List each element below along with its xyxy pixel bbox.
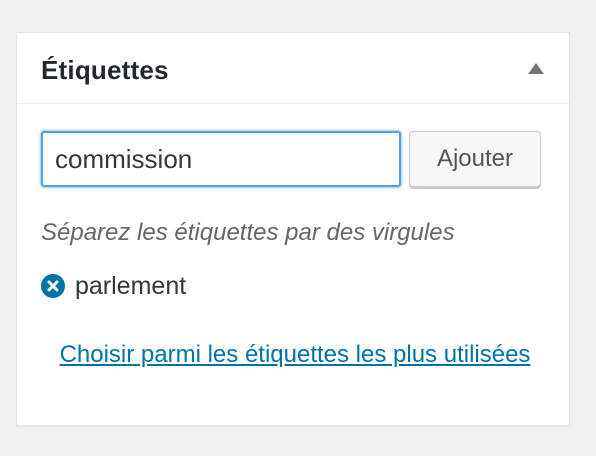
remove-circle-x-icon[interactable] [41,274,65,298]
add-tag-button[interactable]: Ajouter [409,131,541,187]
tag-label: parlement [75,271,187,300]
triangle-up-icon[interactable] [528,63,544,74]
tag-input[interactable] [41,131,401,187]
tag-item: parlement [41,271,186,301]
popular-tags-link[interactable]: Choisir parmi les étiquettes les plus ut… [41,339,549,370]
panel-title: Étiquettes [41,55,169,85]
panel-header: Étiquettes [17,33,569,104]
tags-panel: Étiquettes Ajouter Séparez les étiquette… [16,32,570,426]
tags-hint: Séparez les étiquettes par des virgules [41,219,455,246]
